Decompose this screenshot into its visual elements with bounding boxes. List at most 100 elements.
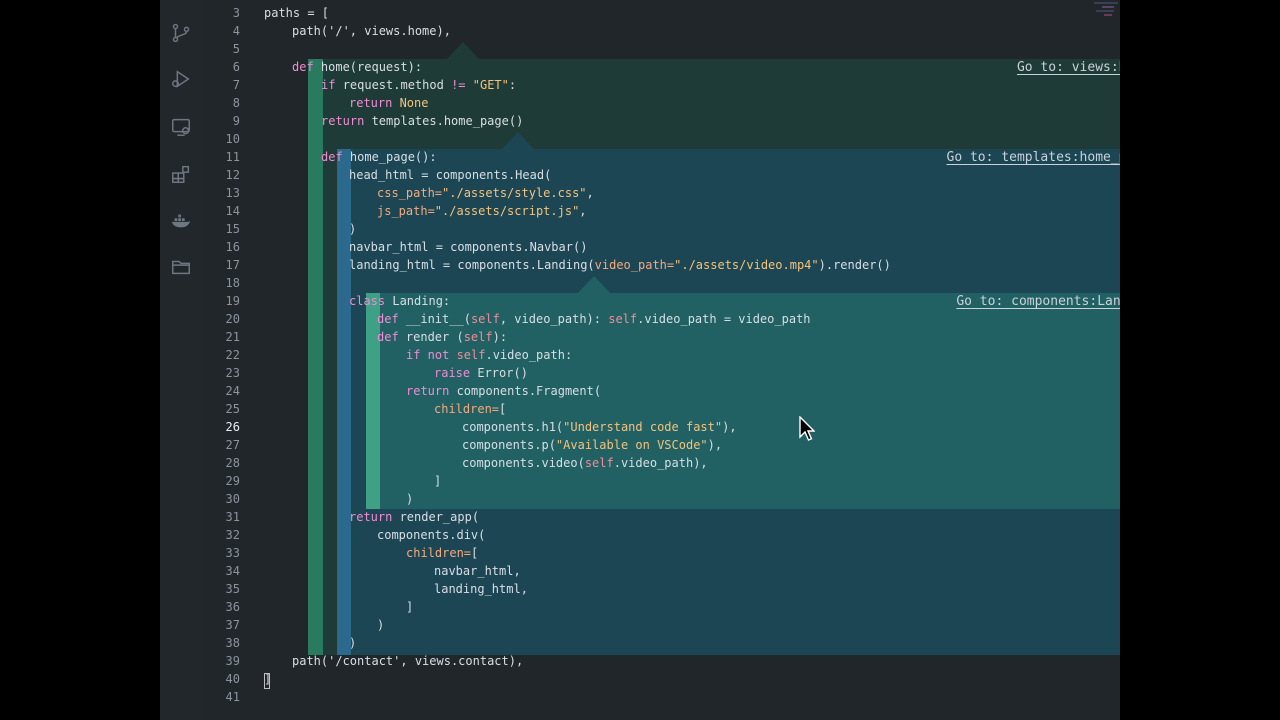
line-number-text: 10	[225, 132, 240, 146]
line-number: 8	[204, 94, 244, 112]
line-number: 27	[204, 436, 244, 454]
line-number: 34	[204, 562, 244, 580]
text-cursor-bracket-highlight	[264, 673, 270, 689]
line-number: 11	[204, 148, 244, 166]
line-number: 38	[204, 634, 244, 652]
code-line[interactable]: components.h1("Understand code fast"),	[204, 418, 1120, 436]
peek-notch	[502, 132, 534, 149]
line-number: 19	[204, 292, 244, 310]
code-editor[interactable]: Go to: views:home Go to: templates:home_…	[204, 0, 1120, 720]
line-number-text: 5	[232, 42, 240, 56]
line-number-text: 30	[225, 492, 240, 506]
peek-notch	[578, 276, 610, 293]
line-number-text: 14	[225, 204, 240, 218]
line-number: 3	[204, 4, 244, 22]
code-line[interactable]: components.video(self.video_path),	[204, 454, 1120, 472]
code-line[interactable]: ]	[204, 598, 1120, 616]
line-number-text: 18	[225, 276, 240, 290]
line-number: 33	[204, 544, 244, 562]
code-line[interactable]: return render_app(	[204, 508, 1120, 526]
line-number: 41	[204, 688, 244, 706]
code-line[interactable]: head_html = components.Head(	[204, 166, 1120, 184]
code-line[interactable]: children=[	[204, 400, 1120, 418]
line-number: 21	[204, 328, 244, 346]
line-number-text: 17	[225, 258, 240, 272]
line-number-text: 38	[225, 636, 240, 650]
line-number: 13	[204, 184, 244, 202]
code-line[interactable]: css_path="./assets/style.css",	[204, 184, 1120, 202]
code-line[interactable]: return components.Fragment(	[204, 382, 1120, 400]
code-line[interactable]: def __init__(self, video_path): self.vid…	[204, 310, 1120, 328]
code-line[interactable]: if request.method != "GET":	[204, 76, 1120, 94]
line-number: 39	[204, 652, 244, 670]
line-number-text: 29	[225, 474, 240, 488]
run-debug-icon[interactable]	[170, 68, 192, 90]
line-number-text: 23	[225, 366, 240, 380]
line-number: 7	[204, 76, 244, 94]
remote-explorer-icon[interactable]	[170, 116, 192, 138]
line-number: 10	[204, 130, 244, 148]
line-number-text: 25	[225, 402, 240, 416]
extensions-icon[interactable]	[170, 163, 192, 185]
line-number-text: 15	[225, 222, 240, 236]
docker-icon[interactable]	[170, 210, 192, 232]
line-number-text: 8	[232, 96, 240, 110]
code-line[interactable]: )	[204, 490, 1120, 508]
line-number: 35	[204, 580, 244, 598]
code-line[interactable]: return templates.home_page()	[204, 112, 1120, 130]
code-line[interactable]: components.div(	[204, 526, 1120, 544]
line-number-text: 11	[225, 150, 240, 164]
line-number-text: 39	[225, 654, 240, 668]
code-line[interactable]: )	[204, 616, 1120, 634]
line-number: 30	[204, 490, 244, 508]
line-number: 6	[204, 58, 244, 76]
line-number-text: 22	[225, 348, 240, 362]
code-line[interactable]: navbar_html = components.Navbar()	[204, 238, 1120, 256]
line-number-text: 27	[225, 438, 240, 452]
line-number: 18	[204, 274, 244, 292]
line-number: 23	[204, 364, 244, 382]
line-number-text: 7	[232, 78, 240, 92]
mouse-pointer-icon	[799, 415, 816, 442]
line-number: 20	[204, 310, 244, 328]
line-number-text: 6	[232, 60, 240, 74]
activity-bar	[160, 0, 205, 720]
code-line[interactable]: def home_page():	[204, 148, 1120, 166]
line-number: 40	[204, 670, 244, 688]
line-number-text: 19	[225, 294, 240, 308]
code-line[interactable]: navbar_html,	[204, 562, 1120, 580]
code-line[interactable]: )	[204, 220, 1120, 238]
peek-notch	[447, 42, 479, 59]
code-line[interactable]: class Landing:	[204, 292, 1120, 310]
code-line[interactable]: return None	[204, 94, 1120, 112]
line-number-text: 34	[225, 564, 240, 578]
code-line[interactable]: path('/', views.home),	[204, 22, 1120, 40]
line-number: 36	[204, 598, 244, 616]
line-number-text: 41	[225, 690, 240, 704]
code-line[interactable]: js_path="./assets/script.js",	[204, 202, 1120, 220]
code-line[interactable]: )	[204, 634, 1120, 652]
code-line[interactable]: ]	[204, 670, 1120, 688]
line-number: 14	[204, 202, 244, 220]
code-line[interactable]: paths = [	[204, 4, 1120, 22]
source-control-icon[interactable]	[170, 22, 192, 44]
line-number-text: 21	[225, 330, 240, 344]
line-number: 28	[204, 454, 244, 472]
code-line[interactable]: raise Error()	[204, 364, 1120, 382]
line-number-text: 36	[225, 600, 240, 614]
code-line[interactable]: landing_html = components.Landing(video_…	[204, 256, 1120, 274]
code-line[interactable]: path('/contact', views.contact),	[204, 652, 1120, 670]
code-line[interactable]: def render (self):	[204, 328, 1120, 346]
vscode-window: Go to: views:home Go to: templates:home_…	[160, 0, 1120, 720]
code-line[interactable]: def home(request):	[204, 58, 1120, 76]
line-number: 31	[204, 508, 244, 526]
line-number-text: 12	[225, 168, 240, 182]
line-number-text: 20	[225, 312, 240, 326]
code-line[interactable]: ]	[204, 472, 1120, 490]
code-line[interactable]: if not self.video_path:	[204, 346, 1120, 364]
code-line[interactable]: components.p("Available on VSCode"),	[204, 436, 1120, 454]
code-line[interactable]: children=[	[204, 544, 1120, 562]
line-number: 15	[204, 220, 244, 238]
folder-icon[interactable]	[170, 256, 192, 278]
code-line[interactable]: landing_html,	[204, 580, 1120, 598]
